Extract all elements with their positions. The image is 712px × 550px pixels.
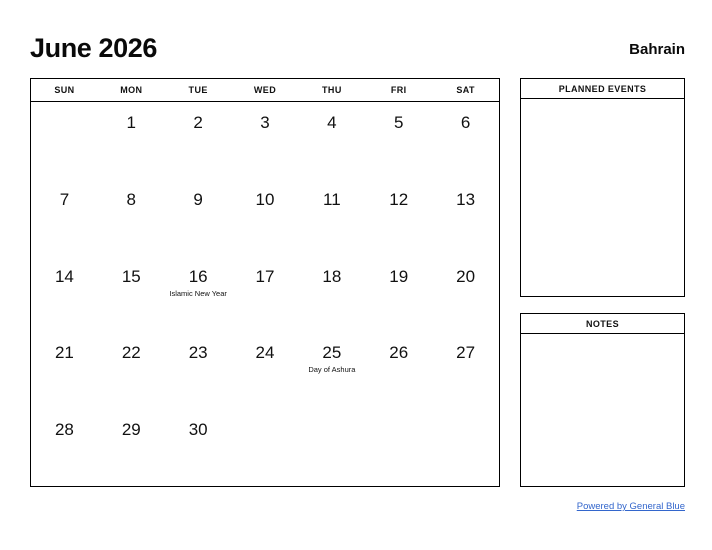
day-number: 27 — [456, 343, 476, 363]
calendar-day-cell[interactable]: 20 — [432, 256, 499, 333]
weekday-header-row: SUN MON TUE WED THU FRI SAT — [31, 79, 499, 102]
calendar-day-cell[interactable]: 17 — [232, 256, 299, 333]
day-number: 3 — [260, 113, 270, 132]
weekday-header-wed: WED — [253, 85, 277, 95]
calendar-day-cell[interactable]: 29 — [98, 409, 165, 486]
planned-events-title: PLANNED EVENTS — [521, 79, 684, 99]
day-number: 25 — [322, 343, 342, 363]
notes-body[interactable] — [521, 334, 684, 486]
calendar-day-cell[interactable]: 21 — [31, 332, 98, 409]
day-number: 15 — [121, 266, 141, 286]
calendar-day-cell[interactable]: 22 — [98, 332, 165, 409]
day-number: 11 — [323, 189, 341, 209]
calendar-day-cell[interactable]: 19 — [365, 256, 432, 333]
day-number: 28 — [54, 420, 74, 440]
day-number: 21 — [54, 343, 74, 363]
day-number: 23 — [188, 343, 208, 363]
day-number: 12 — [389, 189, 409, 209]
calendar-day-cell[interactable]: 6 — [432, 102, 499, 179]
calendar-day-cell[interactable]: 8 — [98, 179, 165, 256]
calendar-day-cell[interactable]: 28 — [31, 409, 98, 486]
calendar-day-cell[interactable]: 9 — [165, 179, 232, 256]
weekday-header-sun: SUN — [54, 85, 75, 95]
calendar-week-row: 28 29 30 — [31, 409, 499, 486]
calendar-week-row: 1 2 3 4 5 6 — [31, 102, 499, 179]
calendar-day-cell-empty — [232, 409, 299, 486]
day-event-label: Day of Ashura — [308, 365, 356, 375]
calendar-week-row: 21 22 23 24 25 Day of Ashura 26 27 — [31, 332, 499, 409]
weekday-header-fri: FRI — [390, 85, 407, 95]
page-title: June 2026 — [30, 33, 157, 63]
calendar-day-cell-empty — [298, 409, 365, 486]
calendar-day-cell[interactable]: 11 — [298, 179, 365, 256]
day-number: 10 — [255, 189, 275, 209]
day-number: 20 — [456, 266, 476, 286]
calendar-week-row: 7 8 9 10 11 12 13 — [31, 179, 499, 256]
day-number: 22 — [121, 343, 141, 363]
calendar-day-cell[interactable]: 18 — [298, 256, 365, 333]
day-number: 19 — [389, 266, 409, 286]
calendar-day-cell[interactable]: 5 — [365, 102, 432, 179]
day-event-label: Islamic New Year — [169, 288, 227, 298]
calendar-weeks: 1 2 3 4 5 6 7 8 9 10 11 12 13 14 15 16 Islamic New Year 1… — [31, 102, 499, 486]
calendar-grid: SUN MON TUE WED THU FRI SAT 1 2 3 4 5 6 7 8 9 10 11 12 13 1… — [30, 78, 500, 487]
day-number: 1 — [126, 113, 137, 132]
day-number: 17 — [255, 266, 275, 286]
calendar-day-cell-empty — [432, 409, 499, 486]
day-number: 2 — [193, 113, 203, 132]
powered-by-link[interactable]: Powered by General Blue — [577, 501, 685, 512]
day-number: 18 — [322, 266, 342, 286]
calendar-day-cell[interactable]: 15 — [98, 256, 165, 333]
calendar-week-row: 14 15 16 Islamic New Year 17 18 19 20 — [31, 256, 499, 333]
day-number: 13 — [456, 189, 476, 209]
planned-events-panel: PLANNED EVENTS — [520, 78, 685, 297]
day-number: 24 — [255, 343, 275, 363]
calendar-day-cell[interactable]: 10 — [232, 179, 299, 256]
notes-panel: NOTES — [520, 313, 685, 487]
calendar-day-cell[interactable]: 12 — [365, 179, 432, 256]
calendar-day-cell[interactable]: 25 Day of Ashura — [298, 332, 365, 409]
weekday-header-sat: SAT — [456, 85, 475, 95]
calendar-day-cell[interactable]: 13 — [432, 179, 499, 256]
day-number: 14 — [54, 266, 74, 286]
day-number: 16 — [188, 266, 208, 286]
calendar-day-cell[interactable]: 1 — [98, 102, 165, 179]
weekday-header-tue: TUE — [188, 85, 208, 95]
calendar-day-cell[interactable]: 7 — [31, 179, 98, 256]
day-number: 9 — [193, 189, 203, 209]
day-number: 6 — [460, 113, 471, 132]
planned-events-body[interactable] — [521, 99, 684, 296]
notes-title: NOTES — [521, 314, 684, 334]
footer: Powered by General Blue — [30, 496, 685, 514]
day-number: 26 — [389, 343, 409, 363]
calendar-day-cell[interactable]: 23 — [165, 332, 232, 409]
weekday-header-mon: MON — [120, 85, 143, 95]
calendar-day-cell-empty — [31, 102, 98, 179]
calendar-day-cell[interactable]: 14 — [31, 256, 98, 333]
day-number: 5 — [393, 113, 404, 132]
day-number: 30 — [188, 420, 208, 440]
calendar-day-cell[interactable]: 27 — [432, 332, 499, 409]
calendar-day-cell[interactable]: 3 — [232, 102, 299, 179]
day-number: 4 — [327, 113, 337, 132]
calendar-day-cell[interactable]: 16 Islamic New Year — [165, 256, 232, 333]
day-number: 7 — [59, 189, 70, 209]
calendar-day-cell-empty — [365, 409, 432, 486]
calendar-day-cell[interactable]: 26 — [365, 332, 432, 409]
calendar-day-cell[interactable]: 4 — [298, 102, 365, 179]
calendar-day-cell[interactable]: 2 — [165, 102, 232, 179]
country-label: Bahrain — [629, 41, 685, 58]
calendar-day-cell[interactable]: 30 — [165, 409, 232, 486]
day-number: 8 — [126, 189, 137, 209]
weekday-header-thu: THU — [322, 85, 342, 95]
page-header: June 2026 Bahrain — [30, 33, 685, 67]
day-number: 29 — [121, 420, 141, 440]
calendar-day-cell[interactable]: 24 — [232, 332, 299, 409]
